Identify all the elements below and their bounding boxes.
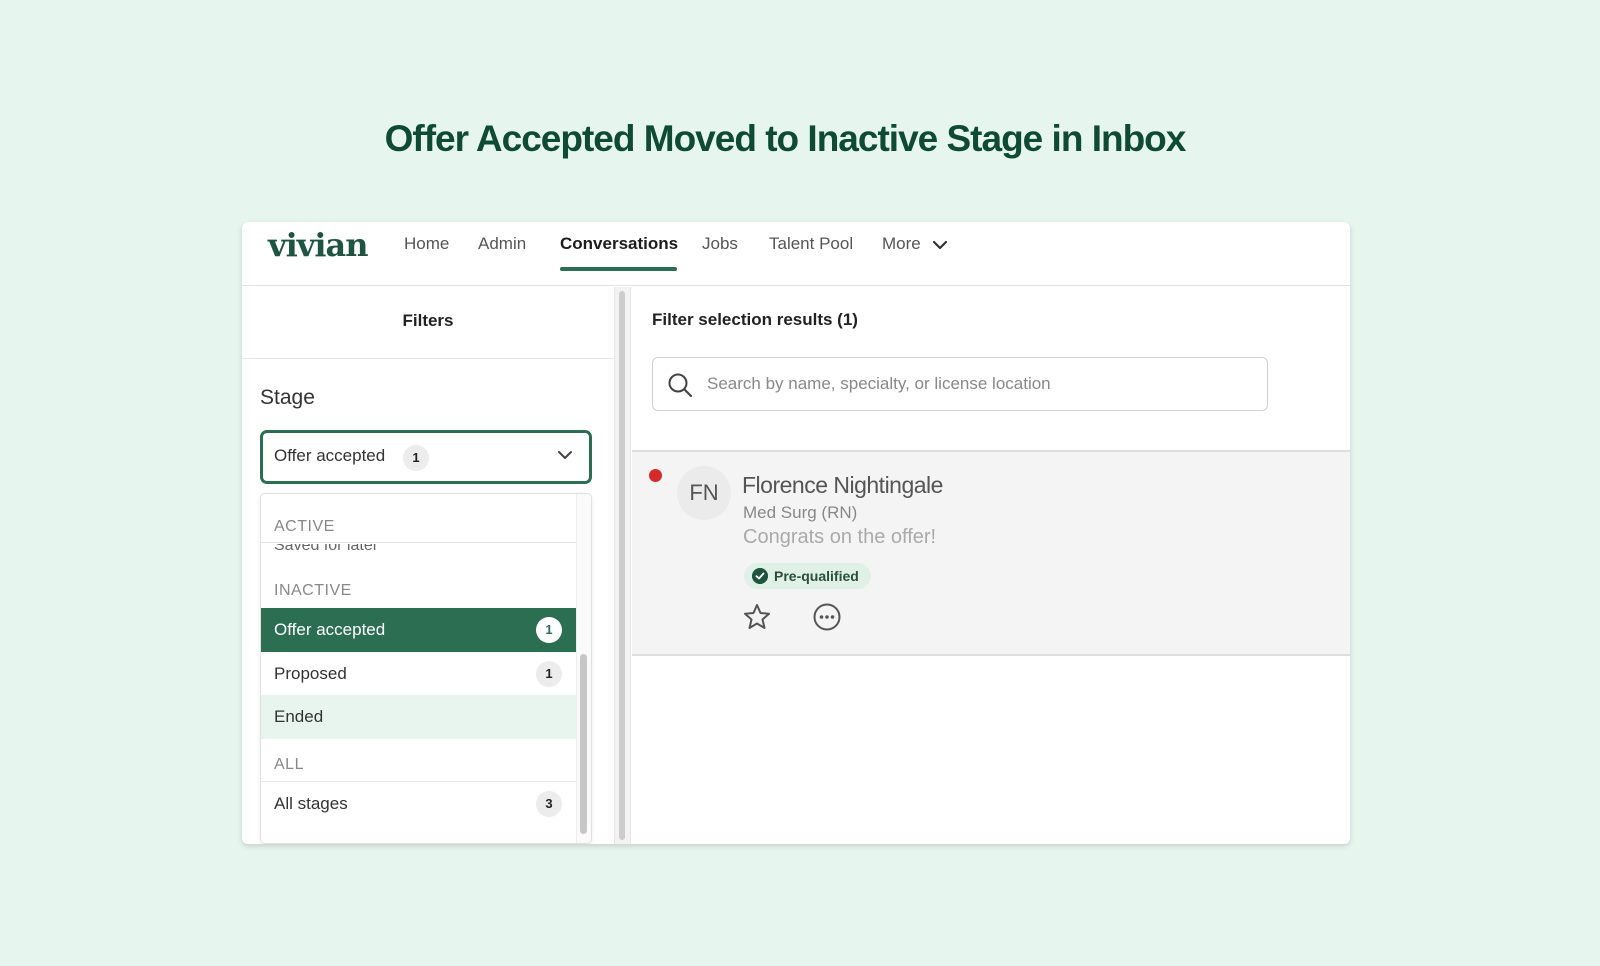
chevron-down-icon (933, 240, 948, 249)
stage-dropdown: ACTIVE Saved for later INACTIVE Offer ac… (260, 493, 592, 844)
group-label-inactive: INACTIVE (274, 582, 352, 599)
status-badge-label: Pre-qualified (774, 568, 859, 584)
stage-label: Stage (260, 386, 315, 409)
results-title: Filter selection results (1) (652, 310, 858, 329)
nav-home[interactable]: Home (404, 234, 449, 254)
more-options-icon[interactable] (812, 602, 842, 632)
divider (261, 542, 576, 543)
star-icon[interactable] (742, 602, 772, 632)
option-all-stages[interactable]: All stages 3 (261, 782, 576, 826)
stage-select-count: 1 (403, 445, 429, 471)
search-icon (668, 373, 693, 398)
last-message: Congrats on the offer! (743, 526, 937, 548)
conversation-item[interactable]: FN Florence Nightingale Med Surg (RN) Co… (632, 450, 1350, 656)
app-window: vivian Home Admin Conversations Jobs Tal… (242, 222, 1350, 844)
candidate-role: Med Surg (RN) (743, 503, 858, 522)
candidate-name: Florence Nightingale (742, 472, 943, 498)
option-count: 1 (536, 617, 562, 643)
filters-panel: Filters Stage Offer accepted 1 ACTIVE Sa… (242, 287, 614, 844)
stage-select[interactable]: Offer accepted 1 (260, 430, 592, 484)
dropdown-scrollbar-track[interactable] (576, 494, 591, 843)
vivian-logo[interactable]: vivian (268, 226, 368, 264)
search-input[interactable]: Search by name, specialty, or license lo… (652, 357, 1268, 411)
active-tab-indicator (560, 267, 677, 271)
nav-admin[interactable]: Admin (478, 234, 526, 254)
splitter-handle[interactable] (619, 291, 625, 840)
option-saved-for-later-partial[interactable]: Saved for later (274, 544, 378, 554)
unread-indicator (649, 469, 662, 482)
nav-jobs[interactable]: Jobs (702, 234, 738, 254)
group-label-active: ACTIVE (274, 518, 335, 535)
page-headline: Offer Accepted Moved to Inactive Stage i… (384, 118, 1187, 159)
option-label: Ended (274, 707, 324, 726)
option-label: Offer accepted (274, 620, 386, 639)
group-label-all: ALL (274, 756, 304, 773)
option-ended[interactable]: Ended (261, 695, 576, 739)
nav-more-label: More (882, 234, 921, 253)
panel-splitter[interactable] (614, 287, 631, 844)
nav-talent-pool[interactable]: Talent Pool (769, 234, 853, 254)
option-offer-accepted[interactable]: Offer accepted 1 (261, 608, 576, 652)
dropdown-scrollbar-thumb[interactable] (580, 654, 587, 834)
option-count: 3 (536, 791, 562, 817)
option-label: All stages (274, 794, 348, 813)
search-placeholder: Search by name, specialty, or license lo… (707, 374, 1051, 393)
status-badge: Pre-qualified (744, 563, 871, 589)
filters-title: Filters (242, 287, 614, 359)
top-navigation: vivian Home Admin Conversations Jobs Tal… (242, 222, 1350, 286)
nav-more[interactable]: More (882, 234, 948, 254)
nav-conversations[interactable]: Conversations (560, 234, 678, 254)
check-circle-icon (752, 568, 768, 584)
results-panel: Filter selection results (1) Search by n… (632, 287, 1350, 844)
avatar: FN (677, 466, 731, 520)
option-proposed[interactable]: Proposed 1 (261, 652, 576, 696)
chevron-down-icon (558, 451, 572, 459)
stage-select-value: Offer accepted (274, 446, 386, 465)
option-count: 1 (536, 661, 562, 687)
option-label: Proposed (274, 664, 347, 683)
